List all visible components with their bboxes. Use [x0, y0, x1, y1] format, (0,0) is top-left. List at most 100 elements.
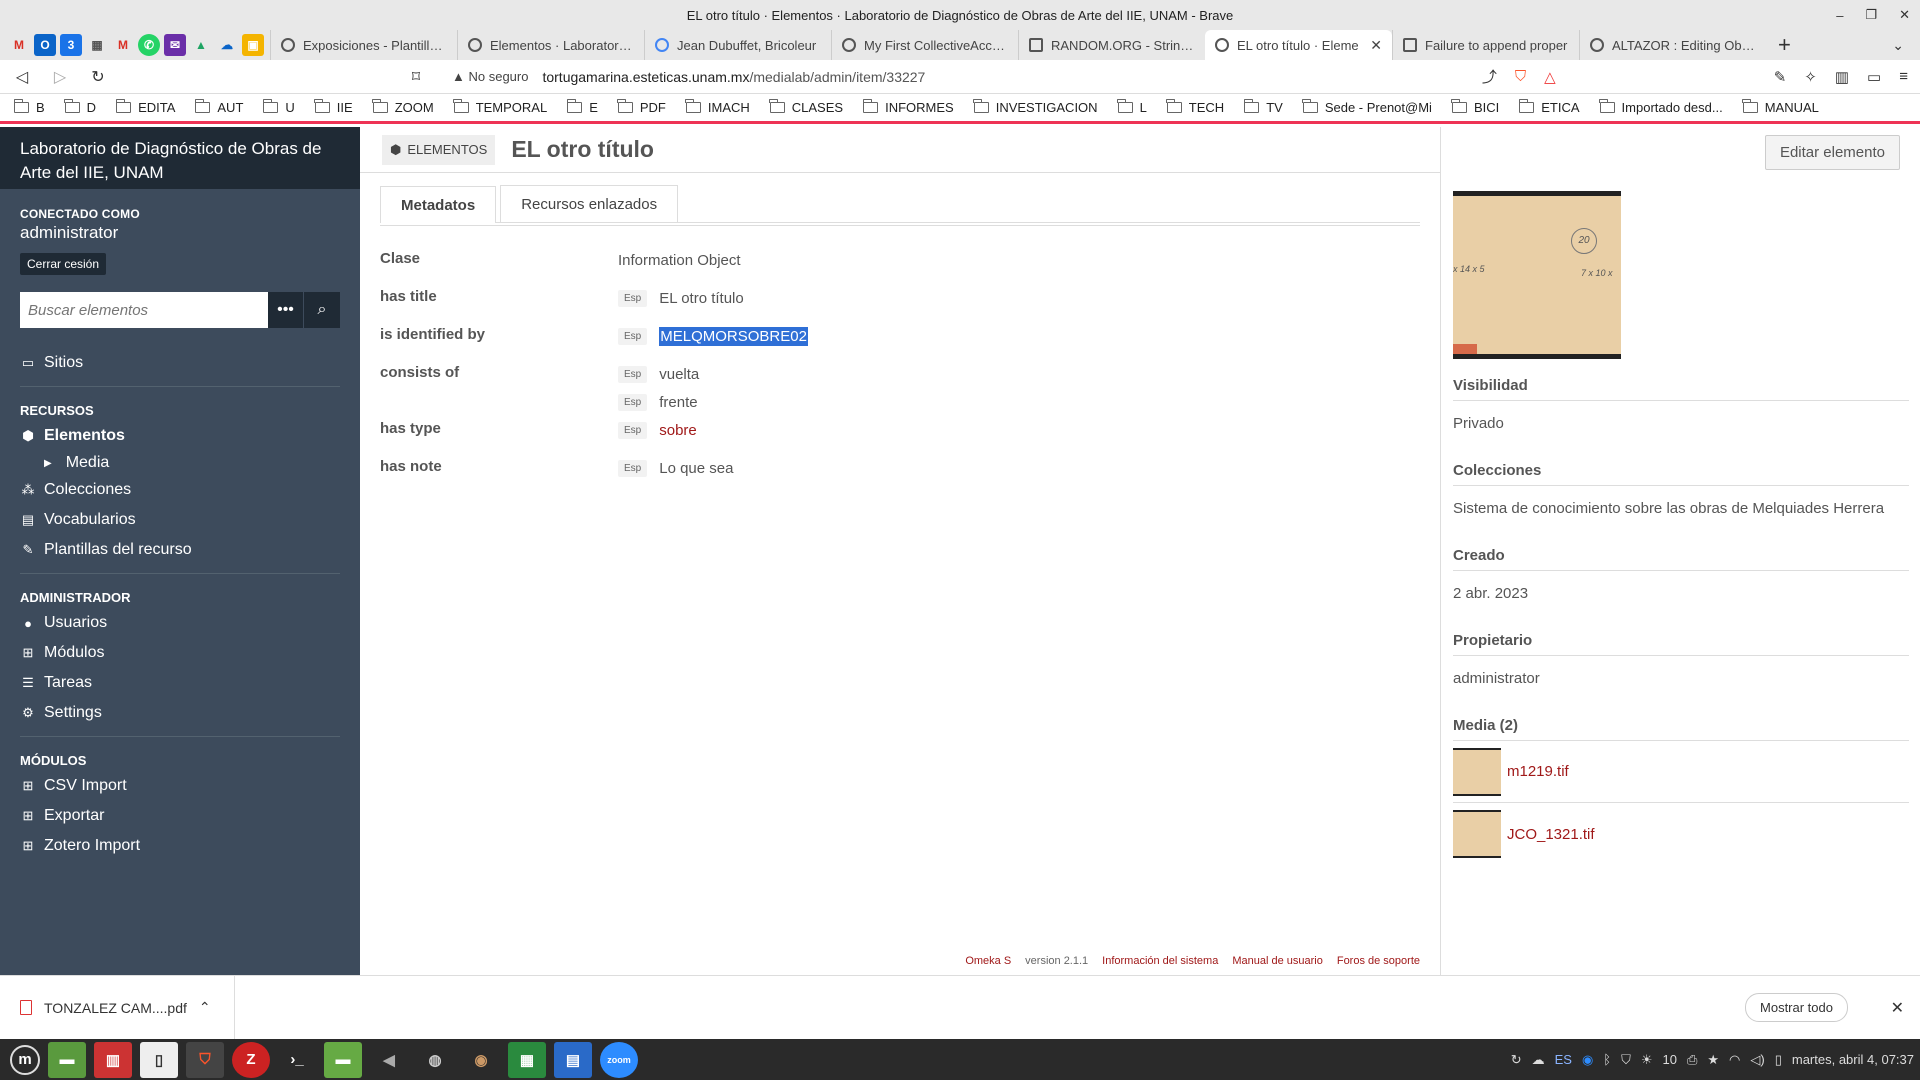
media-thumbnail[interactable]: [1453, 747, 1501, 796]
maximize-button[interactable]: ❐: [1865, 7, 1877, 23]
collection-link[interactable]: Sistema de conocimiento sobre las obras …: [1453, 500, 1909, 517]
bookmark-item[interactable]: IIE: [314, 99, 353, 115]
user-name[interactable]: administrator: [20, 223, 340, 243]
tab-dubuffet[interactable]: Jean Dubuffet, Bricoleur: [644, 30, 831, 60]
tab-random-org[interactable]: RANDOM.ORG - String Ge: [1018, 30, 1205, 60]
outlook-icon[interactable]: O: [34, 34, 56, 56]
search-icon[interactable]: ⌕: [304, 292, 340, 328]
search-input[interactable]: [20, 292, 268, 328]
edit-item-button[interactable]: Editar elemento: [1764, 135, 1900, 170]
media-link[interactable]: m1219.tif: [1507, 763, 1569, 780]
bookmark-item[interactable]: D: [64, 99, 96, 115]
tab-altazor[interactable]: ALTAZOR : Editing Obra d: [1579, 30, 1766, 60]
back-button[interactable]: ◁: [12, 67, 32, 87]
sidebar-item-exportar[interactable]: ⊞ Exportar: [20, 801, 340, 831]
tab-collectiveaccess[interactable]: My First CollectiveAccess: [831, 30, 1018, 60]
cloud-icon[interactable]: ☁: [1532, 1052, 1545, 1068]
url-field[interactable]: ▲ No seguro tortugamarina.esteticas.unam…: [444, 62, 1464, 92]
mouse-icon[interactable]: ◍: [416, 1042, 454, 1078]
folder-icon[interactable]: ▬: [324, 1041, 362, 1078]
share-icon[interactable]: ⤴: [1482, 66, 1497, 87]
mint-menu-icon[interactable]: m: [10, 1044, 40, 1075]
bookmark-item[interactable]: INFORMES: [862, 99, 954, 115]
update-icon[interactable]: ↻: [1511, 1052, 1522, 1068]
media-thumbnail[interactable]: [1453, 810, 1501, 858]
writer-icon[interactable]: ▤: [554, 1041, 592, 1078]
sidebar-item-tareas[interactable]: ☰ Tareas: [20, 668, 340, 698]
omeka-link[interactable]: Omeka S: [965, 955, 1011, 967]
bookmark-item[interactable]: EDITA: [115, 99, 175, 115]
show-all-button[interactable]: Mostrar todo: [1745, 993, 1848, 1022]
sound-app-icon[interactable]: ◀: [370, 1042, 408, 1078]
item-thumbnail[interactable]: 20 7 x 10 x x 14 x 5: [1453, 191, 1621, 359]
extension-icon[interactable]: ✎: [1774, 68, 1787, 86]
weather-icon[interactable]: ☀: [1641, 1052, 1653, 1068]
clock[interactable]: martes, abril 4, 07:37: [1792, 1052, 1914, 1067]
bookmark-item[interactable]: AUT: [194, 99, 243, 115]
keyboard-layout[interactable]: ES: [1555, 1052, 1572, 1067]
site-title[interactable]: Laboratorio de Diagnóstico de Obras de A…: [0, 127, 360, 189]
volume-icon[interactable]: ◁): [1750, 1052, 1764, 1068]
sidebar-item-media[interactable]: ▶ Media: [20, 451, 340, 475]
media-item[interactable]: JCO_1321.tif: [1453, 803, 1909, 865]
printer-icon[interactable]: ⎙: [1687, 1052, 1697, 1068]
sidebar-item-csv-import[interactable]: ⊞ CSV Import: [20, 771, 340, 801]
terminal-icon[interactable]: ›_: [278, 1042, 316, 1078]
gmail-icon-2[interactable]: M: [112, 34, 134, 56]
bookmark-item[interactable]: TV: [1243, 99, 1283, 115]
close-tab-icon[interactable]: ✕: [1370, 37, 1382, 54]
sidebar-item-zotero-import[interactable]: ⊞ Zotero Import: [20, 831, 340, 861]
system-info-link[interactable]: Información del sistema: [1102, 955, 1218, 967]
download-item[interactable]: TONZALEZ CAM....pdf ⌃: [20, 975, 235, 1040]
forward-button[interactable]: ▷: [50, 67, 70, 87]
drive-icon[interactable]: ▲: [190, 34, 212, 56]
brave-shields-icon[interactable]: ⛉: [1515, 68, 1526, 85]
brave-rewards-icon[interactable]: △: [1544, 68, 1556, 86]
bookmark-item[interactable]: MANUAL: [1742, 99, 1819, 115]
minimize-button[interactable]: –: [1836, 8, 1843, 23]
document-icon[interactable]: ▯: [140, 1041, 178, 1078]
tab-elementos[interactable]: Elementos · Laboratorio c: [457, 30, 644, 60]
book-reader-icon[interactable]: ▥: [94, 1041, 132, 1078]
sidebar-item-modulos[interactable]: ⊞ Módulos: [20, 638, 340, 668]
tab-el-otro-titulo[interactable]: EL otro título · Eleme ✕: [1205, 30, 1392, 60]
yahoo-mail-icon[interactable]: ✉: [164, 34, 186, 56]
zotero-icon[interactable]: Z: [232, 1041, 270, 1078]
value-link[interactable]: sobre: [659, 422, 697, 439]
bookmark-item[interactable]: L: [1117, 99, 1147, 115]
wallet-icon[interactable]: ▭: [1867, 68, 1881, 86]
media-link[interactable]: JCO_1321.tif: [1507, 826, 1595, 843]
onedrive-icon[interactable]: ☁: [216, 34, 238, 56]
battery-icon[interactable]: ▯: [1775, 1052, 1782, 1068]
bookmark-item[interactable]: ETICA: [1518, 99, 1580, 115]
bluetooth-icon[interactable]: ᛒ: [1603, 1052, 1611, 1067]
reload-button[interactable]: ↻: [88, 67, 108, 87]
bookmark-icon[interactable]: ⌑: [406, 67, 426, 87]
sidebar-item-plantillas[interactable]: ✎ Plantillas del recurso: [20, 535, 340, 565]
brave-browser-icon[interactable]: ⛉: [186, 1041, 224, 1078]
sidebar-item-elementos[interactable]: ⬢ Elementos: [20, 421, 340, 451]
files-icon[interactable]: ▬: [48, 1041, 86, 1078]
star-icon[interactable]: ★: [1707, 1052, 1719, 1068]
planner-icon[interactable]: ▦: [86, 34, 108, 56]
chevron-up-icon[interactable]: ⌃: [199, 999, 211, 1016]
bookmark-item[interactable]: U: [262, 99, 295, 115]
bookmark-item[interactable]: PDF: [617, 99, 666, 115]
bookmark-item[interactable]: IMACH: [685, 99, 750, 115]
user-manual-link[interactable]: Manual de usuario: [1232, 955, 1323, 967]
bookmark-item[interactable]: CLASES: [769, 99, 843, 115]
bookmark-item[interactable]: BICI: [1451, 99, 1499, 115]
bookmark-item[interactable]: B: [13, 99, 45, 115]
calendar-icon[interactable]: 3: [60, 34, 82, 56]
sidebar-toggle-icon[interactable]: ▥: [1835, 68, 1849, 86]
bookmark-item[interactable]: E: [566, 99, 598, 115]
zoom-app-icon[interactable]: zoom: [600, 1041, 638, 1078]
shield-icon[interactable]: ⛉: [1621, 1052, 1631, 1068]
close-window-button[interactable]: ✕: [1899, 7, 1910, 23]
breadcrumb[interactable]: ⬢ Elementos: [382, 134, 496, 165]
sidebar-item-sitios[interactable]: ▭ Sitios: [20, 348, 340, 378]
tab-exposiciones[interactable]: Exposiciones - Plantillas c: [270, 30, 457, 60]
whatsapp-icon[interactable]: ✆: [138, 34, 160, 56]
classroom-icon[interactable]: ▣: [242, 34, 264, 56]
tab-recursos-enlazados[interactable]: Recursos enlazados: [500, 185, 679, 222]
